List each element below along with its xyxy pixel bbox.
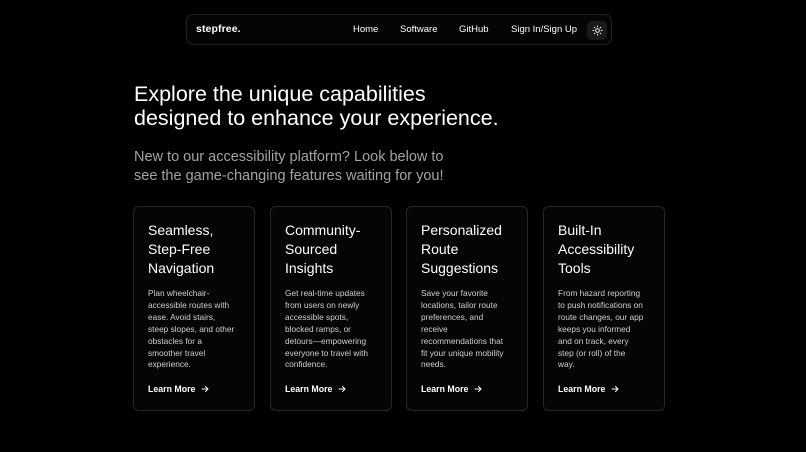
arrow-right-icon <box>338 386 346 392</box>
sun-icon <box>591 25 603 36</box>
arrow-right-icon <box>201 386 209 392</box>
card-desc-line: recommendations that <box>421 335 504 346</box>
card-desc-line: everyone to travel with <box>285 347 369 358</box>
nav-signin-link[interactable]: Sign In/Sign Up <box>511 24 577 35</box>
card-desc-line: step (or roll) of the <box>558 347 626 358</box>
card-description: From hazard reporting to push notificati… <box>558 288 658 371</box>
card-title-line: Sourced <box>285 241 338 257</box>
card-title: Community- Sourced Insights <box>285 221 391 278</box>
feature-card-accessibility-tools: Built-In Accessibility Tools From hazard… <box>543 206 665 411</box>
hero-subtitle: New to our accessibility platform? Look … <box>134 148 554 186</box>
card-desc-line: Plan wheelchair- <box>148 288 210 298</box>
card-desc-line: Get real-time updates <box>285 288 365 298</box>
card-desc-line: experience. <box>148 359 191 370</box>
navbar: stepfree. Home Software GitHub Sign In/S… <box>186 14 612 45</box>
card-title-line: Tools <box>558 260 591 276</box>
hero-subtitle-line: see the game-changing features waiting f… <box>134 168 444 184</box>
card-desc-line: From hazard reporting <box>558 288 641 298</box>
card-title-line: Seamless, <box>148 222 214 238</box>
card-title-line: Navigation <box>148 260 215 276</box>
card-desc-line: to push notifications on <box>558 299 643 310</box>
card-desc-line: route changes, our app <box>558 311 644 322</box>
card-desc-line: obstacles for a <box>148 335 202 346</box>
card-title-line: Built-In <box>558 222 602 238</box>
card-title-line: Community- <box>285 222 361 238</box>
card-title: Built-In Accessibility Tools <box>558 221 664 278</box>
hero-subtitle-line: New to our accessibility platform? Look … <box>134 149 444 165</box>
arrow-right-icon <box>611 386 619 392</box>
card-desc-line: confidence. <box>285 359 328 370</box>
card-desc-line: smoother travel <box>148 347 206 358</box>
card-description: Get real-time updates from users on newl… <box>285 288 385 371</box>
hero-title-line: Explore the unique capabilities <box>134 82 426 106</box>
learn-more-link[interactable]: Learn More <box>558 384 619 394</box>
arrow-right-icon <box>474 386 482 392</box>
card-desc-line: accessible spots, <box>285 311 349 322</box>
card-title-line: Route <box>421 241 459 257</box>
nav-home-link[interactable]: Home <box>353 24 378 35</box>
card-desc-line: fit your unique mobility <box>421 347 504 358</box>
card-desc-line: from users on newly <box>285 299 360 310</box>
card-title-line: Insights <box>285 260 334 276</box>
feature-card-step-free-navigation: Seamless, Step-Free Navigation Plan whee… <box>133 206 255 411</box>
learn-more-link[interactable]: Learn More <box>421 384 482 394</box>
card-description: Save your favorite locations, tailor rou… <box>421 288 521 371</box>
nav-software-link[interactable]: Software <box>400 24 438 35</box>
card-title-line: Personalized <box>421 222 502 238</box>
card-desc-line: accessible routes with <box>148 299 230 310</box>
theme-toggle-button[interactable] <box>587 21 607 40</box>
feature-card-route-suggestions: Personalized Route Suggestions Save your… <box>406 206 528 411</box>
learn-more-link[interactable]: Learn More <box>285 384 346 394</box>
learn-more-label: Learn More <box>558 384 606 394</box>
learn-more-label: Learn More <box>148 384 196 394</box>
card-title-line: Suggestions <box>421 260 499 276</box>
nav-github-link[interactable]: GitHub <box>459 24 489 35</box>
card-desc-line: receive <box>421 323 448 334</box>
page: stepfree. Home Software GitHub Sign In/S… <box>0 0 806 452</box>
brand-logo[interactable]: stepfree. <box>196 23 241 35</box>
card-title: Seamless, Step-Free Navigation <box>148 221 254 278</box>
card-desc-line: detours—empowering <box>285 335 367 346</box>
card-desc-line: way. <box>558 359 575 370</box>
card-desc-line: needs. <box>421 359 446 370</box>
card-title: Personalized Route Suggestions <box>421 221 527 278</box>
card-desc-line: Save your favorite <box>421 288 488 298</box>
card-desc-line: steep slopes, and other <box>148 323 235 334</box>
feature-card-community-insights: Community- Sourced Insights Get real-tim… <box>270 206 392 411</box>
card-description: Plan wheelchair- accessible routes with … <box>148 288 248 371</box>
hero-title: Explore the unique capabilities designed… <box>134 82 604 130</box>
card-desc-line: ease. Avoid stairs, <box>148 311 216 322</box>
card-title-line: Accessibility <box>558 241 635 257</box>
learn-more-label: Learn More <box>421 384 469 394</box>
card-desc-line: preferences, and <box>421 311 484 322</box>
card-desc-line: keeps you informed <box>558 323 631 334</box>
card-desc-line: and on track, every <box>558 335 629 346</box>
learn-more-label: Learn More <box>285 384 333 394</box>
learn-more-link[interactable]: Learn More <box>148 384 209 394</box>
hero-title-line: designed to enhance your experience. <box>134 106 499 130</box>
card-desc-line: blocked ramps, or <box>285 323 351 334</box>
card-desc-line: locations, tailor route <box>421 299 498 310</box>
card-title-line: Step-Free <box>148 241 211 257</box>
